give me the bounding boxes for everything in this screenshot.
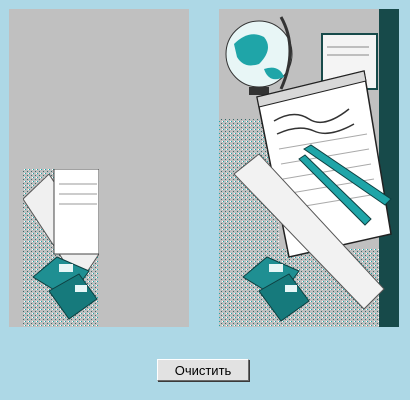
clear-button[interactable]: Очистить [157,359,249,381]
globe-icon [225,16,293,95]
partial-desk-illustration [23,169,99,327]
left-image-panel [9,9,189,327]
book-spine-strip [379,9,399,327]
study-desk-illustration [219,9,399,327]
right-image-panel [219,9,399,327]
